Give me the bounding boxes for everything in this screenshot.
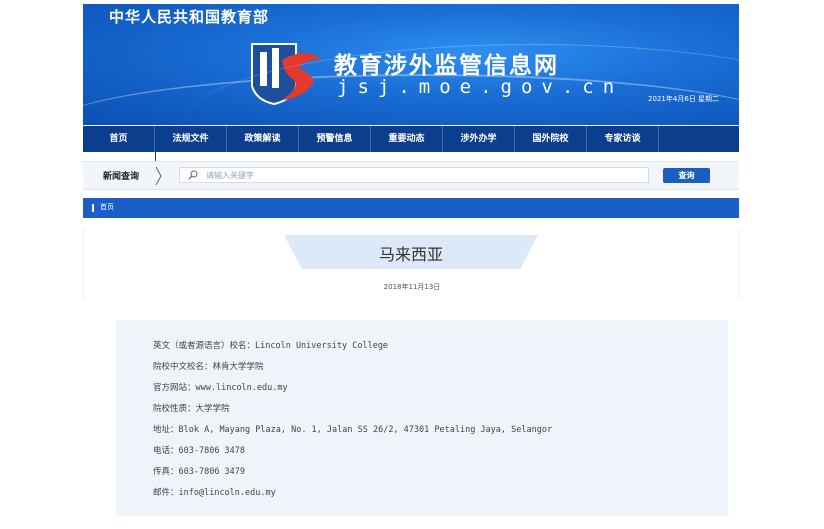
info-website: 官方网站：www.lincoln.edu.my	[153, 383, 288, 393]
search-label: 新闻查询	[103, 172, 140, 182]
info-fax: 传真：603-7806 3479	[153, 467, 246, 477]
news-search-bar: 新闻查询 查询	[83, 161, 739, 190]
nav-item-home[interactable]: 首页	[83, 126, 155, 152]
nav-item-foreign-programs[interactable]: 涉外办学	[443, 126, 515, 152]
site-logo-icon	[251, 43, 322, 106]
site-title: 教育涉外监管信息网	[334, 53, 559, 79]
nav-item-expert-interviews[interactable]: 专家访谈	[587, 126, 659, 152]
article-header: 马来西亚 2018年11月13日	[83, 228, 739, 300]
breadcrumb-home-link[interactable]: 首页	[100, 202, 114, 212]
nav-item-policy-interpretation[interactable]: 政策解读	[227, 126, 299, 152]
info-school-type: 院校性质：大学学院	[153, 404, 230, 414]
nav-item-news[interactable]: 重要动态	[371, 126, 443, 152]
ministry-name: 中华人民共和国教育部	[109, 8, 270, 26]
search-button[interactable]: 查询	[663, 168, 710, 183]
school-info-box: 英文（或者源语言）校名：Lincoln University College 院…	[116, 320, 728, 516]
info-email: 邮件：info@lincoln.edu.my	[153, 488, 276, 498]
article-title: 马来西亚	[378, 245, 443, 264]
breadcrumb-marker	[92, 204, 94, 212]
search-box	[179, 167, 649, 183]
nav-item-regulations[interactable]: 法规文件	[155, 126, 227, 152]
chevron-divider-icon	[155, 166, 162, 186]
article-date: 2018年11月13日	[383, 283, 441, 291]
nav-item-alerts[interactable]: 预警信息	[299, 126, 371, 152]
breadcrumb: 首页	[83, 198, 739, 218]
info-chinese-name: 院校中文校名：林肯大学学院	[153, 362, 264, 372]
info-english-name: 英文（或者源语言）校名：Lincoln University College	[153, 341, 389, 351]
info-phone: 电话：603-7806 3478	[153, 446, 246, 456]
current-date: 2021年4月6日 星期二	[648, 95, 719, 103]
nav-item-foreign-schools[interactable]: 国外院校	[515, 126, 587, 152]
info-address: 地址：Blok A, Mayang Plaza, No. 1, Jalan SS…	[153, 425, 553, 435]
search-input[interactable]	[206, 168, 636, 182]
main-nav: 首页 法规文件 政策解读 预警信息 重要动态 涉外办学 国外院校 专家访谈	[83, 126, 739, 152]
site-domain: jsj.moe.gov.cn	[337, 76, 624, 98]
site-banner: 中华人民共和国教育部 教育涉外监管信息网 jsj.moe.gov.cn 2021…	[83, 4, 739, 125]
search-icon	[188, 170, 198, 180]
